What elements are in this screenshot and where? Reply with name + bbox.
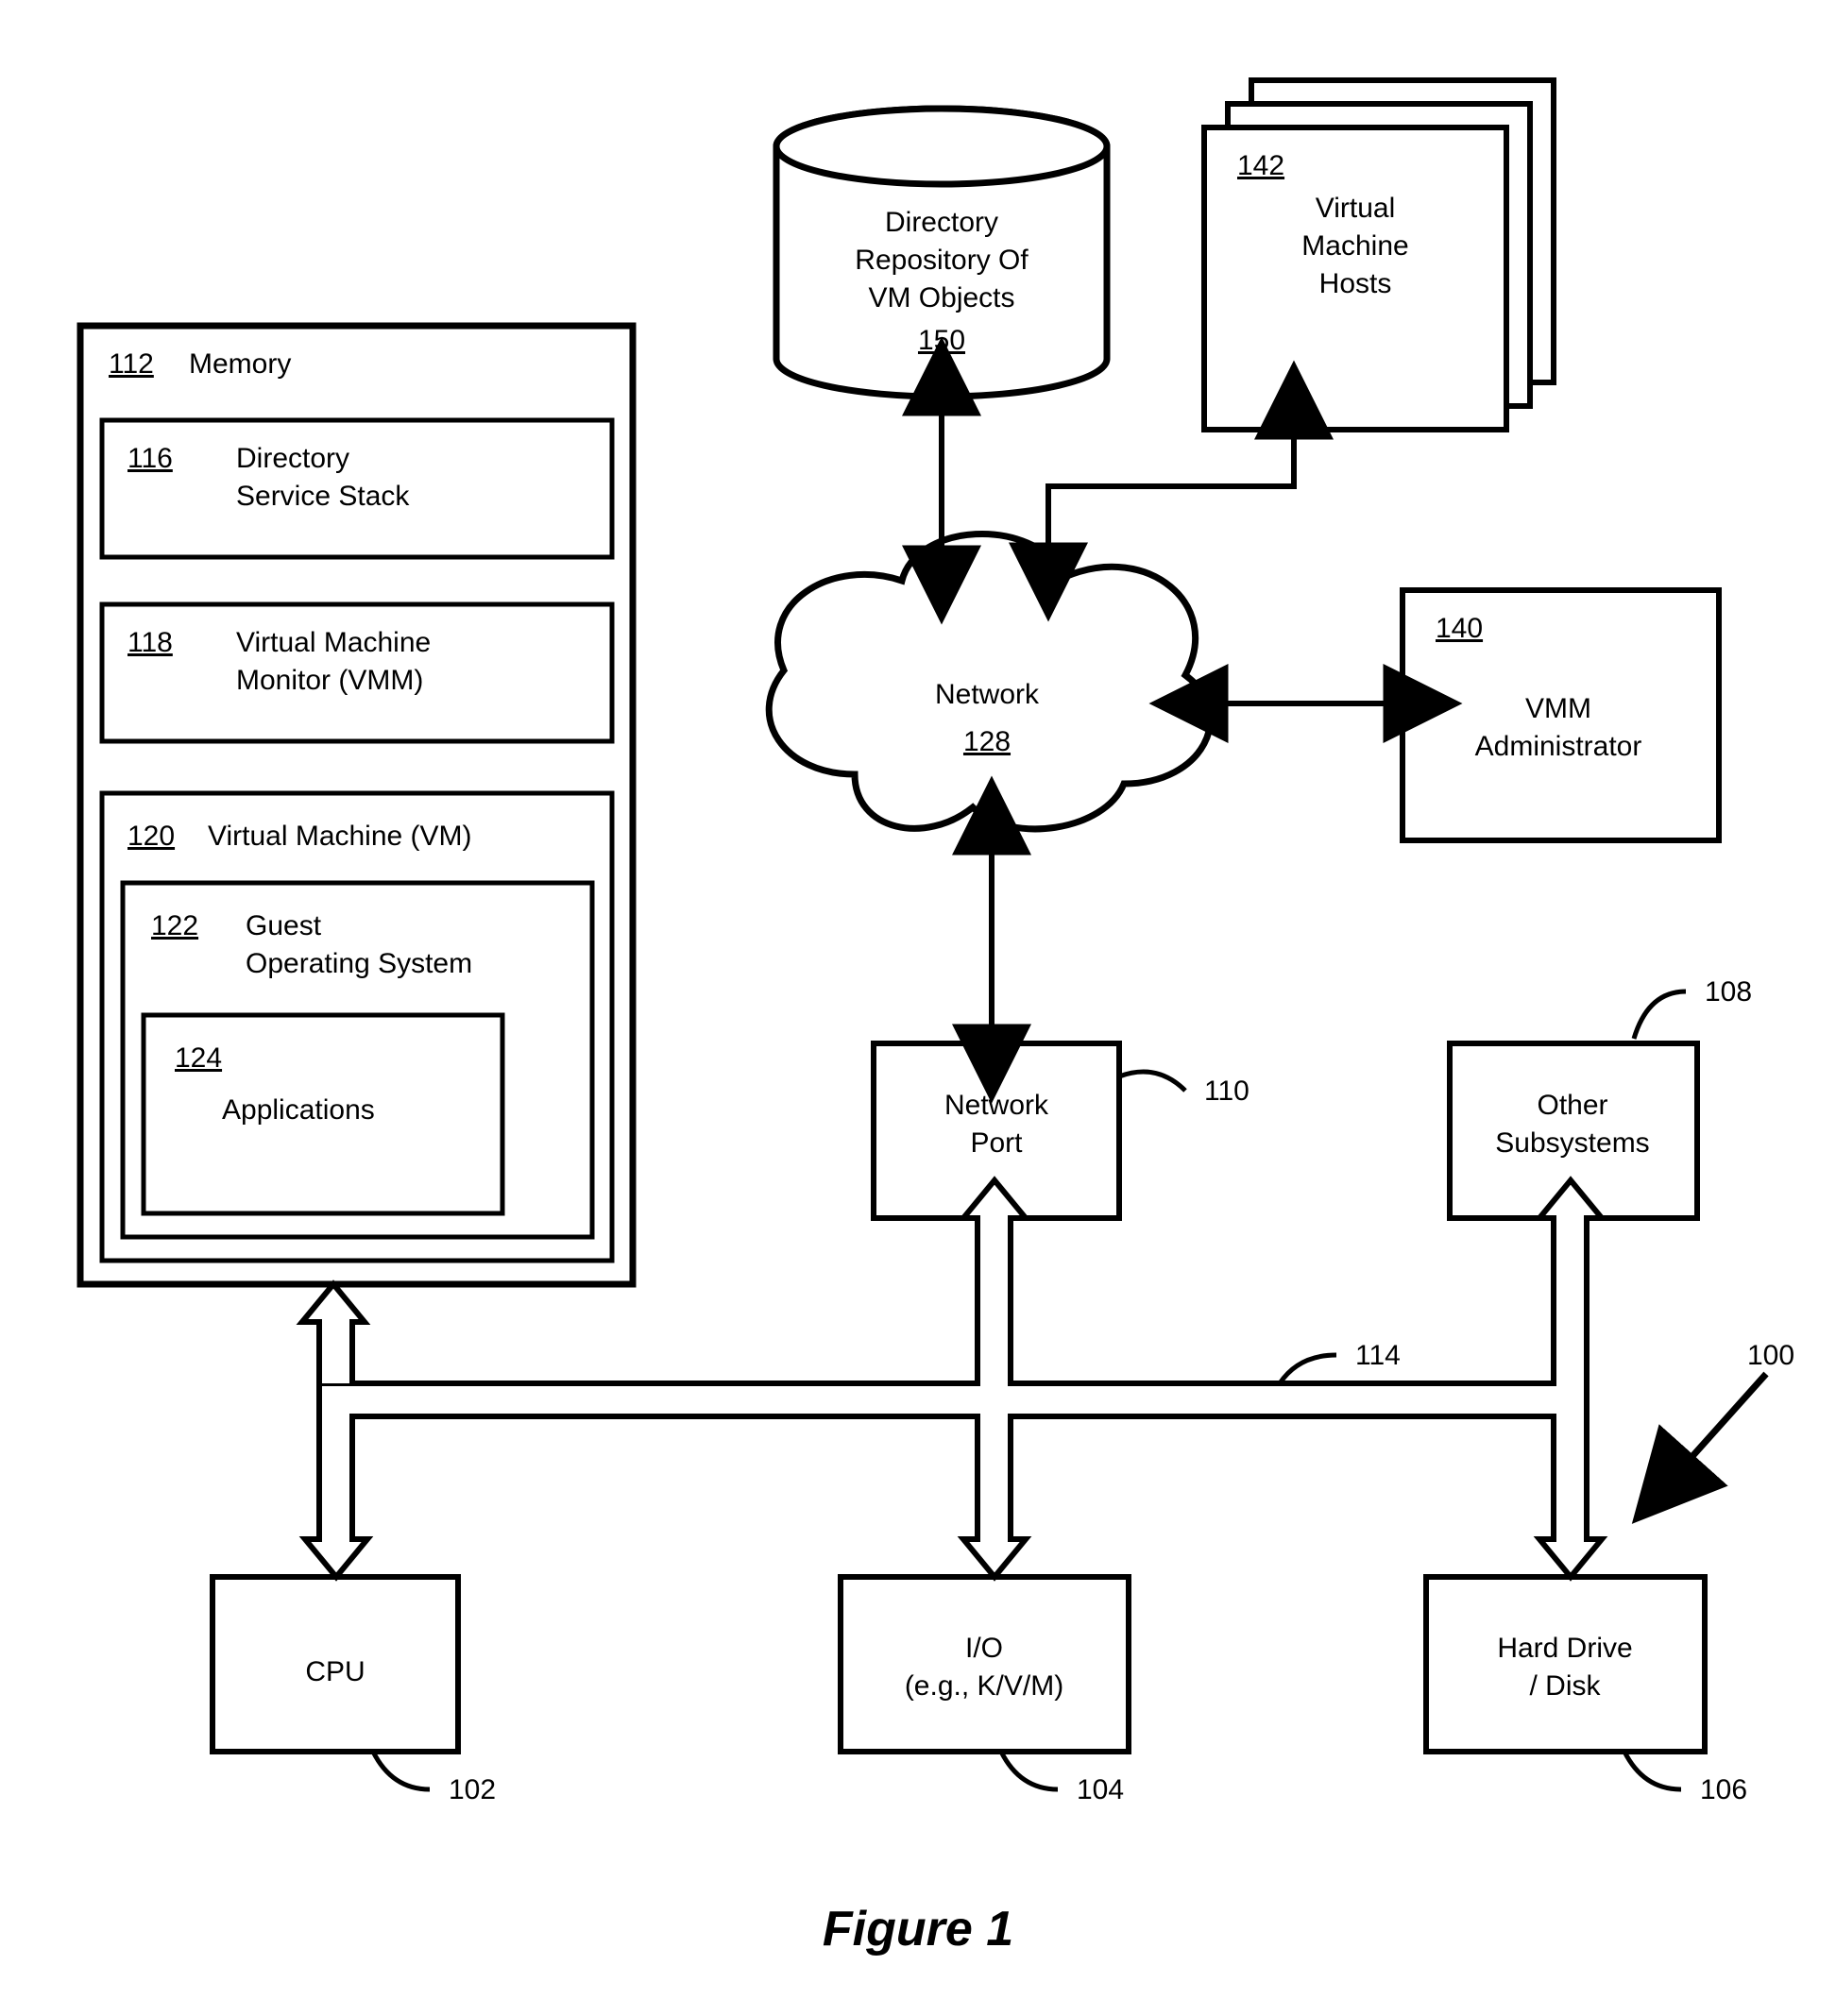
system-arrow: 100 [1686, 1340, 1794, 1464]
vmm-num: 118 [128, 627, 173, 658]
dir-stack-line1: Directory [236, 443, 349, 474]
memory-label: Memory [189, 348, 291, 380]
apps-label: Applications [222, 1094, 375, 1126]
memory-box: 112 Memory 116 Directory Service Stack 1… [80, 326, 633, 1284]
dir-stack-num: 116 [128, 443, 173, 474]
vmm-line1: Virtual Machine [236, 627, 431, 658]
applications-box: 124 Applications [144, 1015, 502, 1213]
hard-drive-box: Hard Drive / Disk [1426, 1577, 1705, 1752]
cpu-label: CPU [305, 1656, 365, 1687]
network-num: 128 [963, 726, 1011, 757]
io-line1: I/O [965, 1633, 1003, 1664]
guest-os-num: 122 [151, 910, 198, 941]
figure-caption: Figure 1 [823, 1902, 1013, 1957]
conn-hosts-network [1048, 430, 1294, 552]
diagram-svg: 112 Memory 116 Directory Service Stack 1… [0, 0, 1836, 2016]
vmm-box: 118 Virtual Machine Monitor (VMM) [102, 604, 612, 741]
bus-num: 114 [1355, 1340, 1401, 1371]
vmm-line2: Monitor (VMM) [236, 665, 423, 696]
io-box: I/O (e.g., K/V/M) [841, 1577, 1129, 1752]
io-num: 104 [1077, 1774, 1124, 1805]
vm-num: 120 [128, 821, 175, 852]
hd-line2: / Disk [1530, 1670, 1602, 1702]
network-label: Network [935, 679, 1040, 710]
other-line2: Subsystems [1495, 1127, 1649, 1159]
network-port-line1: Network [944, 1090, 1049, 1121]
vmm-administrator-box: 140 VMM Administrator [1402, 590, 1719, 840]
leader-108 [1634, 991, 1686, 1039]
leader-114 [1280, 1355, 1336, 1383]
network-port-line2: Port [970, 1127, 1023, 1159]
hd-num: 106 [1700, 1774, 1747, 1805]
directory-service-stack-box: 116 Directory Service Stack [102, 420, 612, 557]
guest-os-line1: Guest [246, 910, 322, 941]
apps-num: 124 [175, 1042, 222, 1074]
vm-hosts-line3: Hosts [1319, 268, 1392, 299]
dir-repo-line1: Directory [885, 207, 998, 238]
dir-repo-line2: Repository Of [855, 245, 1028, 276]
vm-label: Virtual Machine (VM) [208, 821, 472, 852]
cpu-num: 102 [449, 1774, 496, 1805]
vm-hosts-line1: Virtual [1316, 193, 1396, 224]
leader-104 [1001, 1752, 1058, 1789]
vm-hosts-box: 142 Virtual Machine Hosts [1204, 80, 1554, 430]
leader-102 [373, 1752, 430, 1789]
vmm-admin-line2: Administrator [1475, 731, 1642, 762]
guest-os-line2: Operating System [246, 948, 472, 979]
vmm-admin-num: 140 [1436, 613, 1483, 644]
directory-repo-cylinder: Directory Repository Of VM Objects 150 [776, 109, 1107, 397]
vm-box: 120 Virtual Machine (VM) 122 Guest Opera… [102, 793, 612, 1261]
other-line1: Other [1537, 1090, 1607, 1121]
vm-hosts-num: 142 [1237, 150, 1284, 181]
other-num: 108 [1705, 976, 1752, 1008]
leader-110 [1119, 1072, 1185, 1091]
network-port-num: 110 [1204, 1076, 1250, 1107]
guest-os-box: 122 Guest Operating System 124 Applicati… [123, 883, 592, 1237]
memory-num: 112 [109, 348, 154, 380]
dir-repo-num: 150 [918, 325, 965, 356]
vm-hosts-line2: Machine [1301, 230, 1408, 262]
io-line2: (e.g., K/V/M) [905, 1670, 1063, 1702]
hd-line1: Hard Drive [1497, 1633, 1632, 1664]
network-cloud: Network 128 [769, 534, 1210, 828]
dir-stack-line2: Service Stack [236, 481, 410, 512]
dir-repo-line3: VM Objects [868, 282, 1014, 313]
vmm-admin-line1: VMM [1525, 693, 1591, 724]
system-num: 100 [1747, 1340, 1794, 1371]
leader-106 [1624, 1752, 1681, 1789]
cpu-box: CPU [212, 1577, 458, 1752]
